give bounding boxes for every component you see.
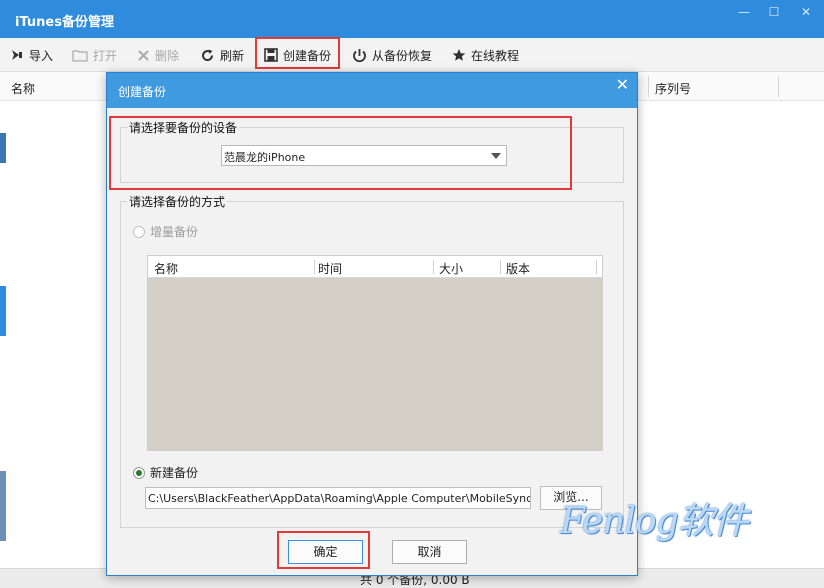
maximize-button[interactable]: ☐ <box>763 4 785 20</box>
device-group-highlight <box>109 116 572 190</box>
create-backup-highlight <box>255 37 340 69</box>
toolbar: 导入 打开 删除 刷新 创建备份 从备份恢复 在线教程 <box>0 38 824 72</box>
refresh-label: 刷新 <box>220 48 245 63</box>
column-separator <box>596 260 597 274</box>
restore-label: 从备份恢复 <box>372 48 433 63</box>
power-restore-icon <box>353 48 366 62</box>
existing-backups-table[interactable]: 名称 时间 大小 版本 <box>147 255 603 451</box>
new-backup-label: 新建备份 <box>150 466 199 480</box>
minimize-button[interactable]: — <box>733 4 755 20</box>
import-button[interactable]: 导入 <box>10 42 53 68</box>
watermark-logo: Fenlog软件 <box>560 501 749 542</box>
dialog-title-bar: 创建备份 ✕ <box>107 73 637 108</box>
table-col-version[interactable]: 版本 <box>506 260 530 277</box>
backup-mode-group-label: 请选择备份的方式 <box>127 193 228 210</box>
import-label: 导入 <box>29 48 54 63</box>
refresh-icon <box>202 49 214 61</box>
dialog-title: 创建备份 <box>118 85 167 99</box>
tutorial-button[interactable]: 在线教程 <box>452 42 519 68</box>
delete-icon <box>138 49 149 61</box>
radio-circle-icon <box>133 225 145 238</box>
table-col-name[interactable]: 名称 <box>154 260 178 277</box>
refresh-button[interactable]: 刷新 <box>200 42 244 68</box>
import-icon <box>12 50 22 60</box>
backup-path-input[interactable]: C:\Users\BlackFeather\AppData\Roaming\Ap… <box>145 487 531 509</box>
open-label: 打开 <box>93 48 118 63</box>
table-col-time[interactable]: 时间 <box>318 260 342 277</box>
delete-button[interactable]: 删除 <box>137 42 179 68</box>
new-backup-radio[interactable]: 新建备份 <box>133 464 198 481</box>
column-separator <box>500 260 501 274</box>
star-icon <box>452 49 466 61</box>
table-col-size[interactable]: 大小 <box>439 260 463 277</box>
incremental-backup-radio[interactable]: 增量备份 <box>133 223 198 240</box>
column-separator <box>433 260 434 274</box>
delete-label: 删除 <box>155 48 180 63</box>
open-button[interactable]: 打开 <box>72 42 117 68</box>
restore-button[interactable]: 从备份恢复 <box>352 42 432 68</box>
column-separator <box>314 260 315 274</box>
column-serial[interactable]: 序列号 <box>655 80 691 97</box>
cancel-button[interactable]: 取消 <box>392 540 467 564</box>
tutorial-label: 在线教程 <box>471 48 520 63</box>
column-name[interactable]: 名称 <box>11 80 35 97</box>
column-separator <box>648 76 649 97</box>
title-bar: iTunes备份管理 — ☐ ✕ <box>0 0 824 38</box>
window-title: iTunes备份管理 <box>15 15 114 30</box>
window-edge-decoration <box>0 101 6 571</box>
close-button[interactable]: ✕ <box>795 4 817 20</box>
table-header: 名称 时间 大小 版本 <box>148 256 602 278</box>
folder-icon <box>72 50 88 62</box>
incremental-backup-label: 增量备份 <box>150 225 199 239</box>
radio-selected-icon <box>133 466 145 479</box>
dialog-close-icon[interactable]: ✕ <box>616 75 629 94</box>
ok-button-highlight <box>277 531 370 569</box>
column-separator <box>778 76 779 97</box>
